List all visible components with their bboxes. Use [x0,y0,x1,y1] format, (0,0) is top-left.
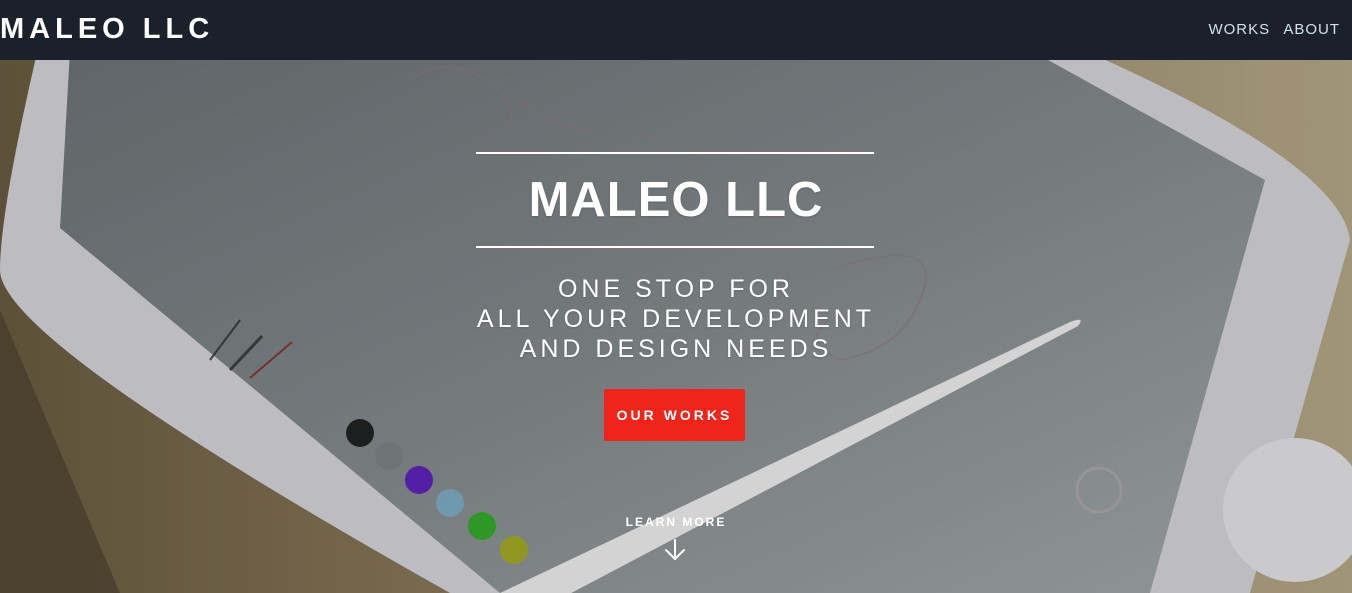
hero-tagline: ONE STOP FOR ALL YOUR DEVELOPMENT AND DE… [0,274,1352,364]
title-rule-top [476,152,874,154]
title-rule-bottom [476,246,874,248]
tagline-line-3: AND DESIGN NEEDS [519,335,833,363]
nav-link-works[interactable]: WORKS [1208,21,1270,38]
tagline-line-2: ALL YOUR DEVELOPMENT [476,305,876,333]
tagline-line-1: ONE STOP FOR [557,275,794,303]
nav-link-about[interactable]: ABOUT [1283,21,1340,38]
brand-logo[interactable]: MALEO LLC [0,13,214,46]
top-navbar: MALEO LLC WORKS ABOUT [0,0,1352,60]
hero-title: MALEO LLC [528,173,824,227]
arrow-down-icon[interactable] [663,538,687,562]
our-works-button[interactable]: OUR WORKS [604,389,745,441]
learn-more-link[interactable]: LEARN MORE [0,515,1352,529]
hero-section: MALEO LLC ONE STOP FOR ALL YOUR DEVELOPM… [0,60,1352,593]
hero-content: MALEO LLC ONE STOP FOR ALL YOUR DEVELOPM… [0,60,1352,593]
nav-links: WORKS ABOUT [1200,21,1340,38]
